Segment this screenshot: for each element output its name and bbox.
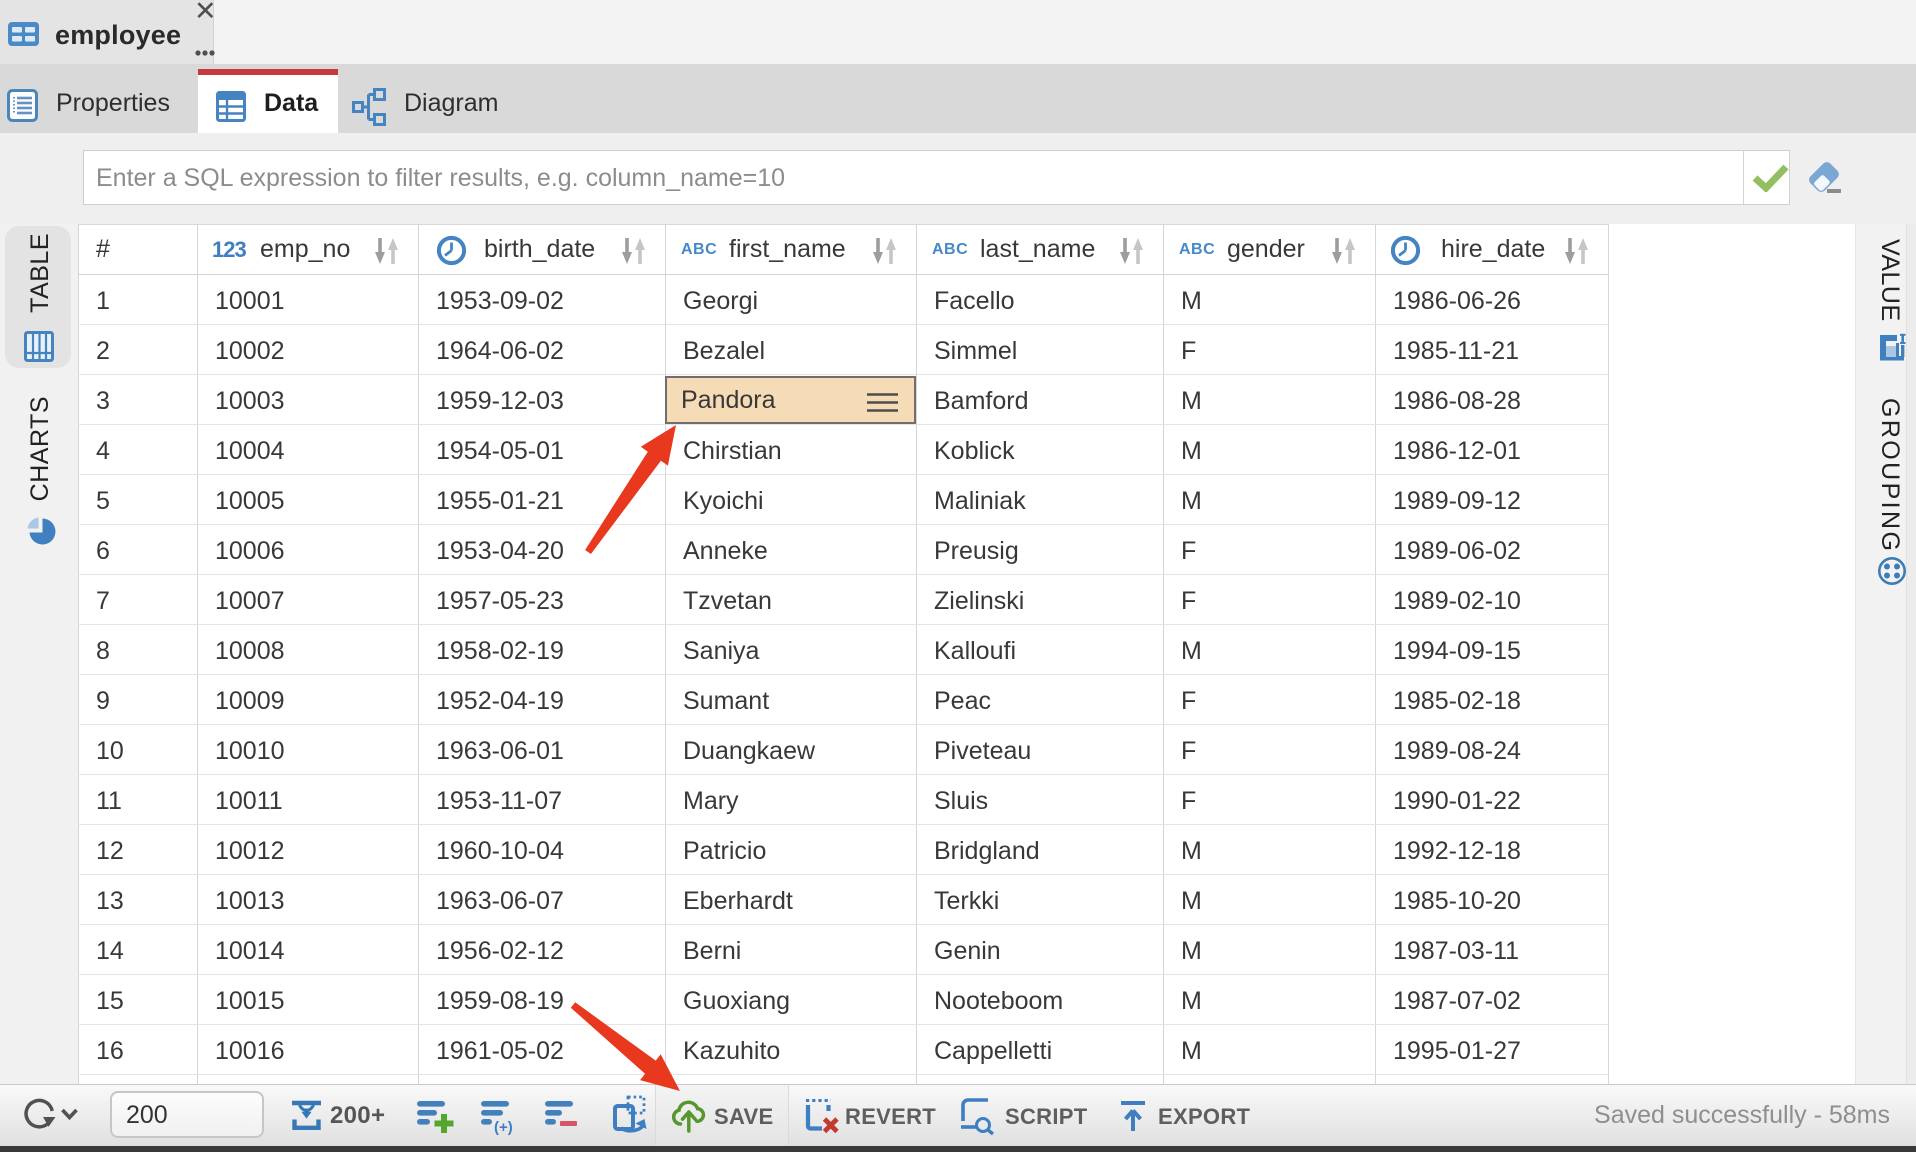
- svg-text:(+): (+): [494, 1119, 513, 1135]
